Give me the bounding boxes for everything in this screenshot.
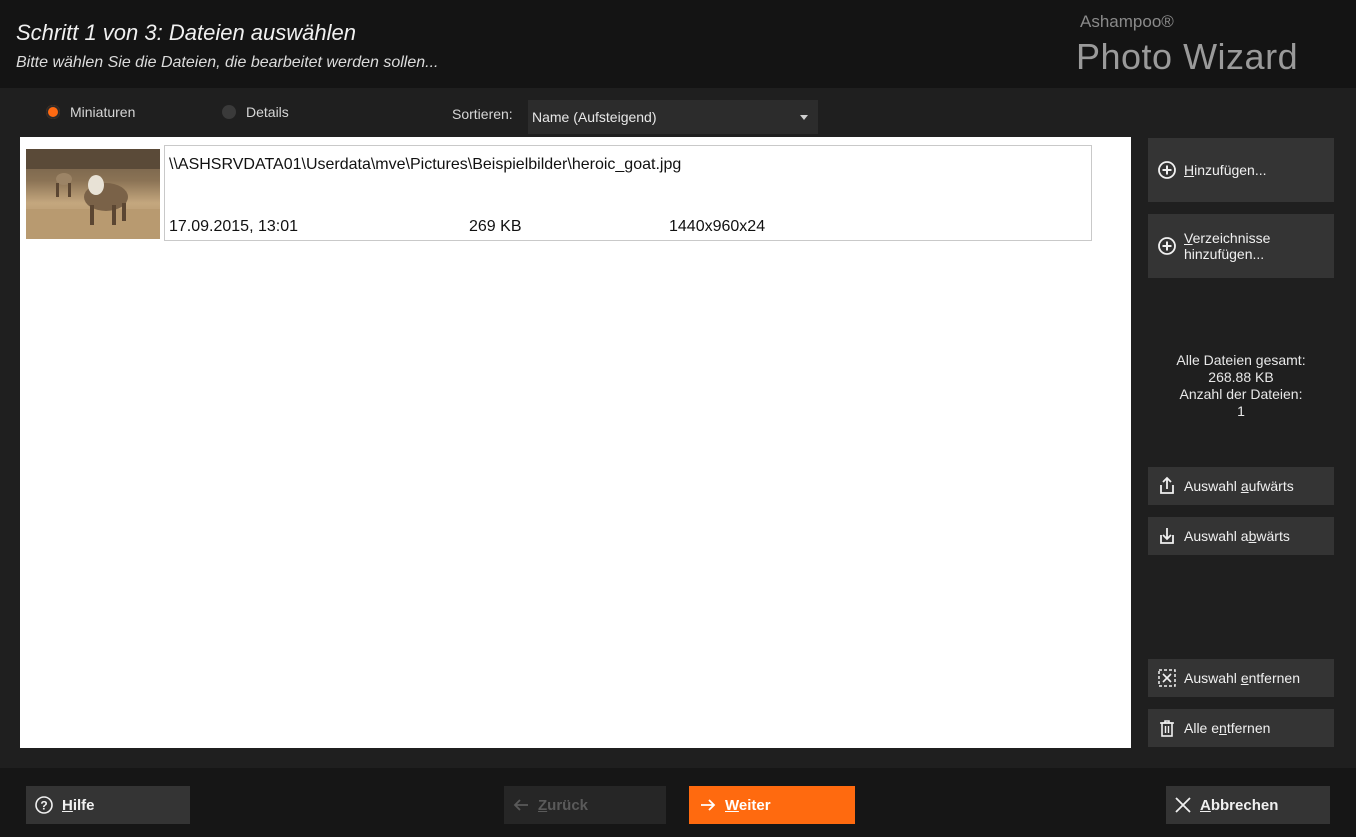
trash-icon bbox=[1156, 717, 1178, 739]
move-up-label: Auswahl aufwärts bbox=[1184, 478, 1294, 494]
cancel-button[interactable]: Abbrechen bbox=[1166, 786, 1330, 824]
help-circle-icon: ? bbox=[34, 795, 54, 815]
sort-dropdown[interactable]: Name (Aufsteigend) bbox=[528, 100, 818, 134]
cancel-label: Abbrechen bbox=[1200, 796, 1279, 814]
svg-text:?: ? bbox=[40, 799, 47, 813]
remove-selection-button[interactable]: Auswahl entfernen bbox=[1148, 659, 1334, 697]
move-down-button[interactable]: Auswahl abwärts bbox=[1148, 517, 1334, 555]
brand-logo-name: Photo Wizard bbox=[1076, 36, 1299, 77]
file-size: 269 KB bbox=[469, 218, 522, 235]
view-option-label: Miniaturen bbox=[70, 104, 136, 120]
move-up-button[interactable]: Auswahl aufwärts bbox=[1148, 467, 1334, 505]
file-dimensions: 1440x960x24 bbox=[669, 218, 766, 235]
add-folders-label: Verzeichnisse hinzufügen... bbox=[1184, 230, 1271, 262]
file-info-box[interactable]: \\ASHSRVDATA01\Userdata\mve\Pictures\Bei… bbox=[164, 145, 1092, 241]
dropdown-caret-icon bbox=[800, 115, 808, 120]
move-down-icon bbox=[1156, 525, 1178, 547]
stats-total-label: Alle Dateien gesamt: bbox=[1176, 352, 1306, 368]
page-subtitle: Bitte wählen Sie die Dateien, die bearbe… bbox=[16, 54, 439, 71]
add-files-button[interactable]: Hinzufügen... bbox=[1148, 138, 1334, 202]
remove-selection-label: Auswahl entfernen bbox=[1184, 670, 1300, 686]
view-option-label: Details bbox=[246, 104, 289, 120]
sort-label: Sortieren: bbox=[452, 106, 513, 122]
file-path: \\ASHSRVDATA01\Userdata\mve\Pictures\Bei… bbox=[169, 156, 682, 173]
remove-all-label: Alle entfernen bbox=[1184, 720, 1271, 736]
next-button[interactable]: Weiter bbox=[689, 786, 855, 824]
move-down-label: Auswahl abwärts bbox=[1184, 528, 1290, 544]
sort-value: Name (Aufsteigend) bbox=[532, 109, 657, 125]
footer-bar bbox=[0, 768, 1356, 837]
view-option-miniatures[interactable]: Miniaturen bbox=[46, 102, 135, 122]
radio-unselected-icon bbox=[222, 105, 236, 119]
remove-all-button[interactable]: Alle entfernen bbox=[1148, 709, 1334, 747]
file-thumbnail bbox=[26, 149, 160, 239]
list-item[interactable]: \\ASHSRVDATA01\Userdata\mve\Pictures\Bei… bbox=[24, 143, 1094, 241]
stats-count-value: 1 bbox=[1237, 403, 1245, 419]
page-title: Schritt 1 von 3: Dateien auswählen bbox=[16, 20, 356, 45]
stats-count-label: Anzahl der Dateien: bbox=[1179, 386, 1303, 402]
view-option-details[interactable]: Details bbox=[222, 102, 289, 122]
window-header: Schritt 1 von 3: Dateien auswählen Bitte… bbox=[0, 0, 1356, 88]
add-files-label: Hinzufügen... bbox=[1184, 162, 1267, 178]
file-list[interactable]: \\ASHSRVDATA01\Userdata\mve\Pictures\Bei… bbox=[20, 137, 1131, 748]
file-date: 17.09.2015, 13:01 bbox=[169, 218, 299, 235]
brand-logo-small: Ashampoo® bbox=[1080, 12, 1174, 31]
stats-total-value: 268.88 KB bbox=[1208, 369, 1274, 385]
radio-selected-icon bbox=[46, 105, 60, 119]
move-up-icon bbox=[1156, 475, 1178, 497]
add-folders-button[interactable]: Verzeichnisse hinzufügen... bbox=[1148, 214, 1334, 278]
arrow-right-icon bbox=[699, 798, 717, 812]
back-label: Zurück bbox=[538, 796, 589, 814]
arrow-left-icon bbox=[512, 798, 530, 812]
file-stats: Alle Dateien gesamt: 268.88 KB Anzahl de… bbox=[1148, 352, 1334, 420]
next-label: Weiter bbox=[725, 796, 771, 814]
help-label: Hilfe bbox=[62, 796, 95, 814]
add-folder-circle-icon bbox=[1156, 235, 1178, 257]
close-icon bbox=[1174, 796, 1192, 814]
back-button[interactable]: Zurück bbox=[504, 786, 666, 824]
add-circle-icon bbox=[1156, 159, 1178, 181]
help-button[interactable]: ? Hilfe bbox=[26, 786, 190, 824]
remove-selection-icon bbox=[1156, 667, 1178, 689]
